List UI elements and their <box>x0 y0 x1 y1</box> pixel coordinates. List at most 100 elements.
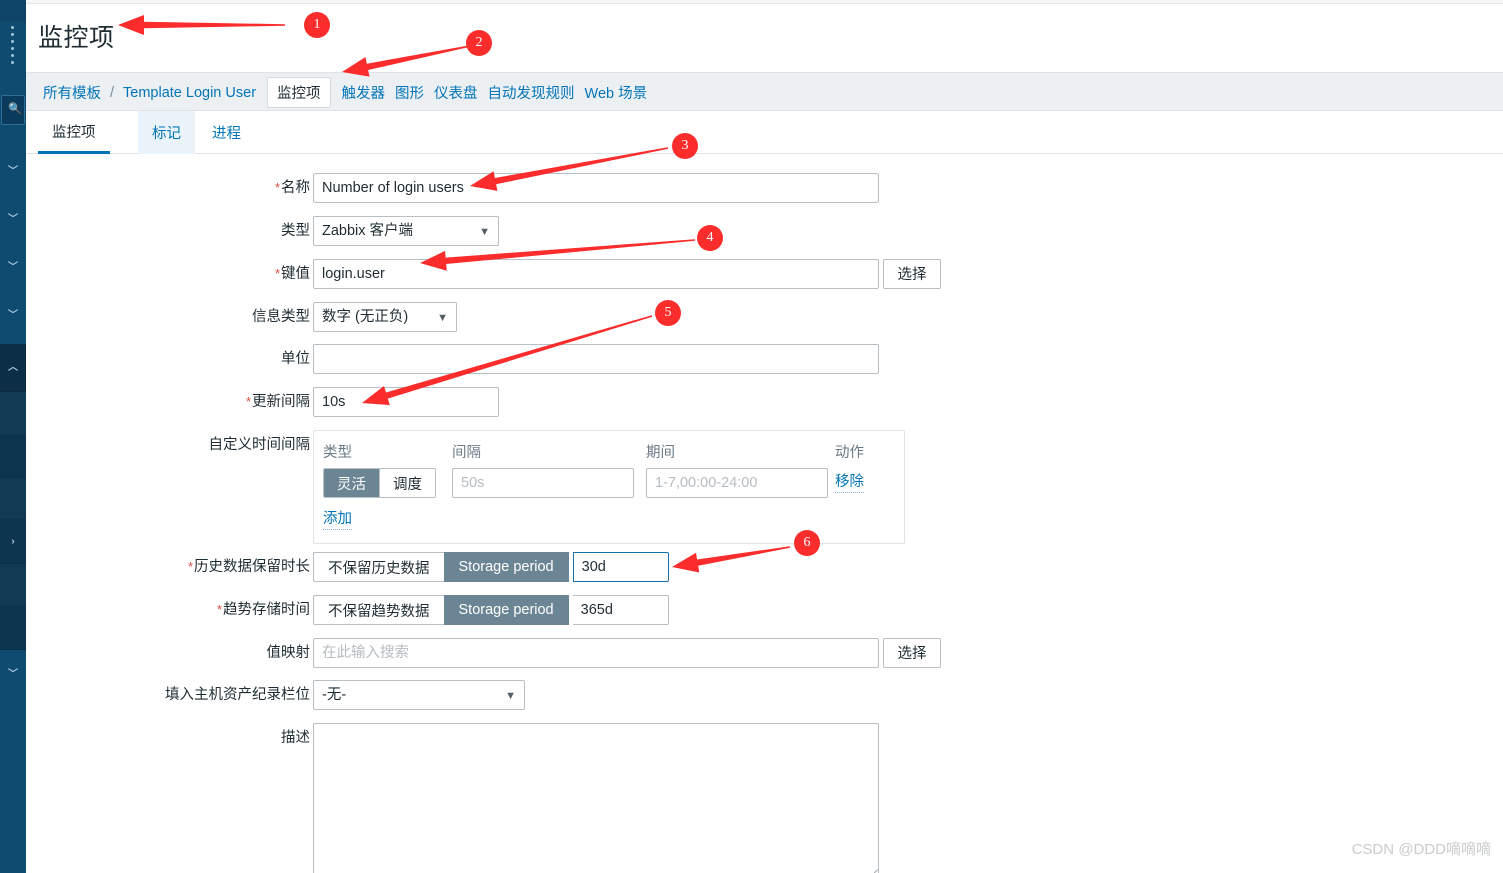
kebab-menu-icon[interactable] <box>11 26 14 66</box>
label-units: 单位 <box>281 351 310 367</box>
breadcrumb-all-templates[interactable]: 所有模板 <box>38 79 106 106</box>
type-select-value: Zabbix 客户端 <box>322 223 414 239</box>
label-value-mapping: 值映射 <box>266 645 311 661</box>
form-row-inventory-field: 填入主机资产纪录栏位 -无- ▼ <box>26 680 926 710</box>
sidebar-row-7[interactable] <box>0 436 26 478</box>
key-input[interactable] <box>313 259 879 289</box>
sidebar-row-9[interactable]: › <box>0 520 26 564</box>
tab-tags[interactable]: 标记 <box>138 111 195 154</box>
chevron-down-icon: ﹀ <box>8 166 18 177</box>
history-storage-toggle[interactable]: 不保留历史数据 Storage period <box>313 552 669 582</box>
sidebar-row-2[interactable]: ﹀ <box>0 200 26 240</box>
annotation-badge-2: 2 <box>466 30 492 56</box>
value-mapping-input[interactable] <box>313 638 879 668</box>
ci-type-scheduling[interactable]: 调度 <box>379 469 435 497</box>
watermark: CSDN @DDD嘀嘀嘀 <box>1351 841 1491 858</box>
ci-interval-input[interactable] <box>452 468 634 498</box>
sidebar[interactable]: 🔍 ﹀ ﹀ ﹀ ﹀ ︿ › ﹀ <box>0 0 26 873</box>
name-input[interactable] <box>313 173 879 203</box>
annotation-badge-4: 4 <box>697 225 723 251</box>
type-select[interactable]: Zabbix 客户端 ▼ <box>313 216 499 246</box>
form-row-key: *键值 选择 <box>26 259 941 289</box>
trends-storage-toggle[interactable]: 不保留趋势数据 Storage period <box>313 595 669 625</box>
label-update-interval: *更新间隔 <box>245 394 310 410</box>
info-type-select-value: 数字 (无正负) <box>322 309 409 325</box>
label-type: 类型 <box>281 223 310 239</box>
sidebar-row-11[interactable] <box>0 606 26 650</box>
breadcrumb-tab-graphs[interactable]: 图形 <box>390 79 429 106</box>
history-storage-period[interactable]: Storage period <box>443 552 569 582</box>
trends-do-not-keep[interactable]: 不保留趋势数据 <box>313 595 444 625</box>
breadcrumb-bar: 所有模板 / Template Login User 监控项 触发器 图形 仪表… <box>26 72 1503 111</box>
tab-item[interactable]: 监控项 <box>38 111 110 154</box>
label-info-type: 信息类型 <box>252 309 310 325</box>
chevron-down-icon: ▼ <box>437 312 448 324</box>
ci-type-flexible[interactable]: 灵活 <box>324 469 379 497</box>
annotation-badge-6: 6 <box>794 530 820 556</box>
page-title: 监控项 <box>38 24 115 52</box>
search-icon: 🔍 <box>8 103 22 115</box>
form-row-name: *名称 <box>26 173 926 203</box>
ci-type-toggle[interactable]: 灵活 调度 <box>323 468 436 498</box>
label-key: *键值 <box>274 266 310 282</box>
sidebar-row-5[interactable]: ︿ <box>0 344 26 392</box>
info-type-select[interactable]: 数字 (无正负) ▼ <box>313 302 457 332</box>
sub-tab-bar: 监控项 标记 进程 <box>26 111 1503 154</box>
annotation-badge-1: 1 <box>304 12 330 38</box>
label-inventory-field: 填入主机资产纪录栏位 <box>165 687 310 703</box>
breadcrumb-tab-discovery-rules[interactable]: 自动发现规则 <box>483 79 580 106</box>
sidebar-row-12[interactable]: ﹀ <box>0 650 26 700</box>
annotation-badge-3: 3 <box>672 133 698 159</box>
annotation-badge-5: 5 <box>655 300 681 326</box>
sidebar-top-handle <box>0 0 26 22</box>
label-name: *名称 <box>274 180 310 196</box>
key-select-button[interactable]: 选择 <box>883 259 941 289</box>
ci-header-type: 类型 <box>323 445 352 461</box>
required-marker: * <box>274 180 280 195</box>
history-do-not-keep[interactable]: 不保留历史数据 <box>313 552 444 582</box>
required-marker: * <box>274 266 280 281</box>
value-mapping-select-button[interactable]: 选择 <box>883 638 941 668</box>
sidebar-row-4[interactable]: ﹀ <box>0 296 26 336</box>
main-content: 监控项 所有模板 / Template Login User 监控项 触发器 图… <box>26 0 1503 873</box>
sidebar-row-8[interactable] <box>0 478 26 520</box>
sidebar-row-10[interactable] <box>0 564 26 606</box>
chevron-down-icon: ▼ <box>479 226 490 238</box>
ci-add-link[interactable]: 添加 <box>323 509 352 530</box>
form-row-value-mapping: 值映射 选择 <box>26 638 941 668</box>
ci-header-action: 动作 <box>835 445 864 461</box>
app-window: 🔍 ﹀ ﹀ ﹀ ﹀ ︿ › ﹀ 监控项 所有模板 / Template Login User… <box>0 0 1503 873</box>
history-value-input[interactable] <box>572 552 669 582</box>
breadcrumb-tab-dashboards[interactable]: 仪表盘 <box>429 79 483 106</box>
form-row-history: *历史数据保留时长 不保留历史数据 Storage period <box>26 552 926 582</box>
breadcrumb-tab-web-scenarios[interactable]: Web 场景 <box>580 79 653 106</box>
trends-storage-period[interactable]: Storage period <box>443 595 569 625</box>
breadcrumb-template-name[interactable]: Template Login User <box>118 82 261 104</box>
ci-period-input[interactable] <box>646 468 828 498</box>
required-marker: * <box>216 602 222 617</box>
label-custom-intervals: 自定义时间间隔 <box>208 437 311 453</box>
top-strip <box>26 0 1503 4</box>
label-description: 描述 <box>281 730 310 746</box>
ci-header-interval: 间隔 <box>452 445 481 461</box>
ci-header-period: 期间 <box>646 445 675 461</box>
breadcrumb-tab-items[interactable]: 监控项 <box>267 77 331 108</box>
units-input[interactable] <box>313 344 879 374</box>
sidebar-row-6[interactable] <box>0 392 26 436</box>
inventory-field-value: -无- <box>322 687 347 703</box>
sidebar-search-button[interactable]: 🔍 <box>1 95 25 125</box>
sidebar-row-3[interactable]: ﹀ <box>0 248 26 288</box>
ci-remove-link[interactable]: 移除 <box>835 472 864 493</box>
trends-value-input[interactable] <box>572 595 669 625</box>
form-row-trends: *趋势存储时间 不保留趋势数据 Storage period <box>26 595 926 625</box>
chevron-down-icon: ﹀ <box>8 669 18 680</box>
chevron-right-icon: › <box>11 535 15 547</box>
update-interval-input[interactable] <box>313 387 499 417</box>
sidebar-row-1[interactable]: ﹀ <box>0 152 26 192</box>
chevron-down-icon: ▼ <box>505 690 516 702</box>
breadcrumb: 所有模板 / Template Login User 监控项 触发器 图形 仪表… <box>38 73 652 112</box>
tab-preprocessing[interactable]: 进程 <box>198 111 255 154</box>
inventory-field-select[interactable]: -无- ▼ <box>313 680 525 710</box>
description-textarea[interactable] <box>313 723 879 873</box>
breadcrumb-tab-triggers[interactable]: 触发器 <box>337 79 391 106</box>
